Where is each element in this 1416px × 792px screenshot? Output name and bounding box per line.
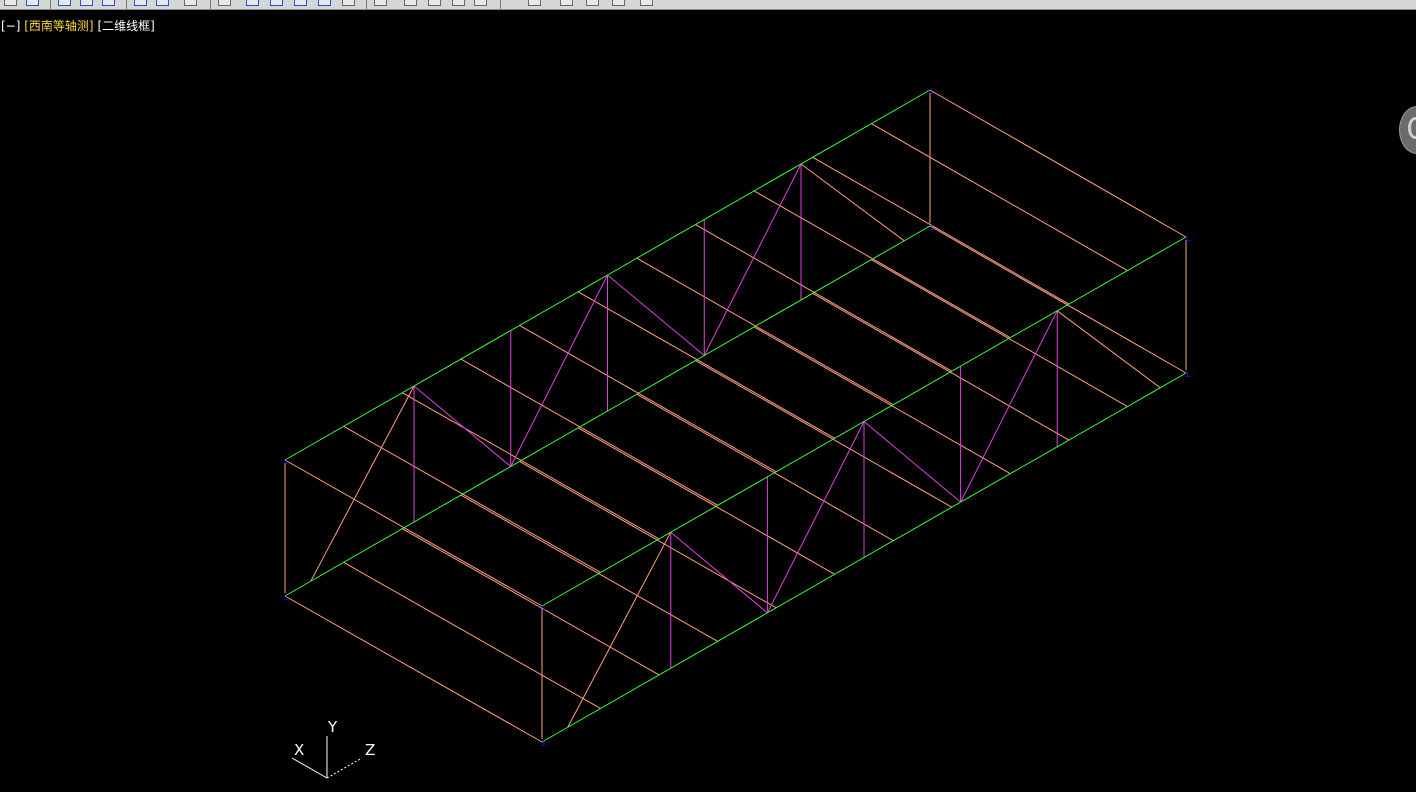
top-cross-beam [402, 392, 660, 540]
diagonal-member [607, 274, 705, 356]
tool-button[interactable] [102, 0, 115, 6]
cross-beam [812, 292, 1070, 441]
tool-button[interactable] [26, 0, 39, 6]
cross-beam [284, 595, 543, 743]
diagonal-member [863, 421, 961, 503]
navigation-wheel-icon [1408, 117, 1416, 139]
tool-button[interactable] [58, 0, 71, 6]
cross-beam [460, 494, 718, 642]
toolbar [0, 0, 1416, 10]
tool-button[interactable] [586, 0, 599, 6]
diagonal-member [413, 385, 512, 467]
toolbar-separator [50, 0, 51, 9]
cross-beam [343, 561, 601, 709]
cross-beam [636, 393, 894, 542]
tool-button[interactable] [156, 0, 169, 6]
tool-button[interactable] [640, 0, 653, 6]
ucs-z-axis [326, 757, 363, 779]
cross-beam [871, 259, 1128, 407]
support-marker: ⋅⊥⋅ [925, 223, 939, 233]
truss-chords [284, 89, 1187, 743]
diagonal-member [800, 163, 905, 242]
top-cross-beam [929, 89, 1187, 238]
tool-button[interactable] [80, 0, 93, 6]
tool-button[interactable] [294, 0, 307, 6]
support-marker: ⋅⊥⋅ [280, 593, 294, 603]
support-marker: ⋅⊥⋅ [537, 739, 551, 749]
support-marker: ⋅⊥⋅ [1181, 234, 1195, 244]
tool-button[interactable] [318, 0, 331, 6]
cross-beam [753, 326, 1011, 475]
tool-button[interactable] [428, 0, 441, 6]
top-cross-beam [460, 358, 718, 506]
tool-button[interactable] [560, 0, 573, 6]
top-cross-beam [753, 190, 1011, 339]
truss-diagonals [310, 163, 1161, 728]
support-marker: ⋅⊥⋅ [537, 603, 551, 613]
support-marker: ⋅⊥⋅ [280, 457, 294, 467]
tool-button[interactable] [404, 0, 417, 6]
tool-button[interactable] [246, 0, 259, 6]
cross-beam [577, 427, 835, 575]
ucs-icon: Y X Z [291, 718, 375, 779]
toolbar-separator [126, 0, 127, 9]
cross-beam [929, 225, 1187, 374]
cross-beam [402, 528, 660, 676]
end-posts [284, 92, 1187, 740]
diagonal-member [510, 274, 608, 467]
tool-button[interactable] [374, 0, 387, 6]
cross-beam [519, 461, 777, 609]
cross-beam [695, 360, 953, 508]
tool-button[interactable] [4, 0, 17, 6]
tool-button[interactable] [134, 0, 147, 6]
model-viewport[interactable]: [−] [西南等轴测] [二维线框] ⋅⊥⋅ ⋅⊥⋅ ⋅⊥⋅ ⋅⊥⋅ ⋅⊥⋅ ⋅⊥⋅ ⋅⊥⋅… [0, 10, 1416, 792]
ucs-y-label: Y [327, 718, 338, 736]
tool-button[interactable] [528, 0, 541, 6]
ucs-x-label: X [294, 741, 304, 759]
toolbar-separator [500, 0, 501, 9]
tool-button[interactable] [474, 0, 487, 6]
top-cross-beam [519, 325, 777, 473]
toolbar-separator [366, 0, 367, 9]
top-cross-beam [812, 156, 1070, 305]
tool-button[interactable] [270, 0, 283, 6]
tool-button[interactable] [342, 0, 355, 6]
diagonal-member [670, 531, 768, 614]
top-cross-beam [871, 123, 1128, 271]
tool-button[interactable] [612, 0, 625, 6]
diagonal-member [766, 421, 865, 614]
tool-button[interactable] [218, 0, 231, 6]
diagonal-member [703, 163, 802, 356]
tool-button[interactable] [184, 0, 197, 6]
top-cross-beam [577, 291, 835, 439]
truss-model: ⋅⊥⋅ ⋅⊥⋅ ⋅⊥⋅ ⋅⊥⋅ ⋅⊥⋅ ⋅⊥⋅ ⋅⊥⋅ ⋅⊥⋅ Y X Z [280, 87, 1195, 779]
tool-button[interactable] [452, 0, 465, 6]
toolbar-separator [210, 0, 211, 9]
diagonal-member [960, 310, 1058, 503]
cross-beams [284, 89, 1187, 743]
support-marker: ⋅⊥⋅ [925, 87, 939, 97]
top-cross-beam [343, 425, 601, 573]
ucs-z-label: Z [365, 741, 375, 759]
support-marker: ⋅⊥⋅ [1181, 370, 1195, 380]
ucs-x-axis [291, 757, 328, 779]
